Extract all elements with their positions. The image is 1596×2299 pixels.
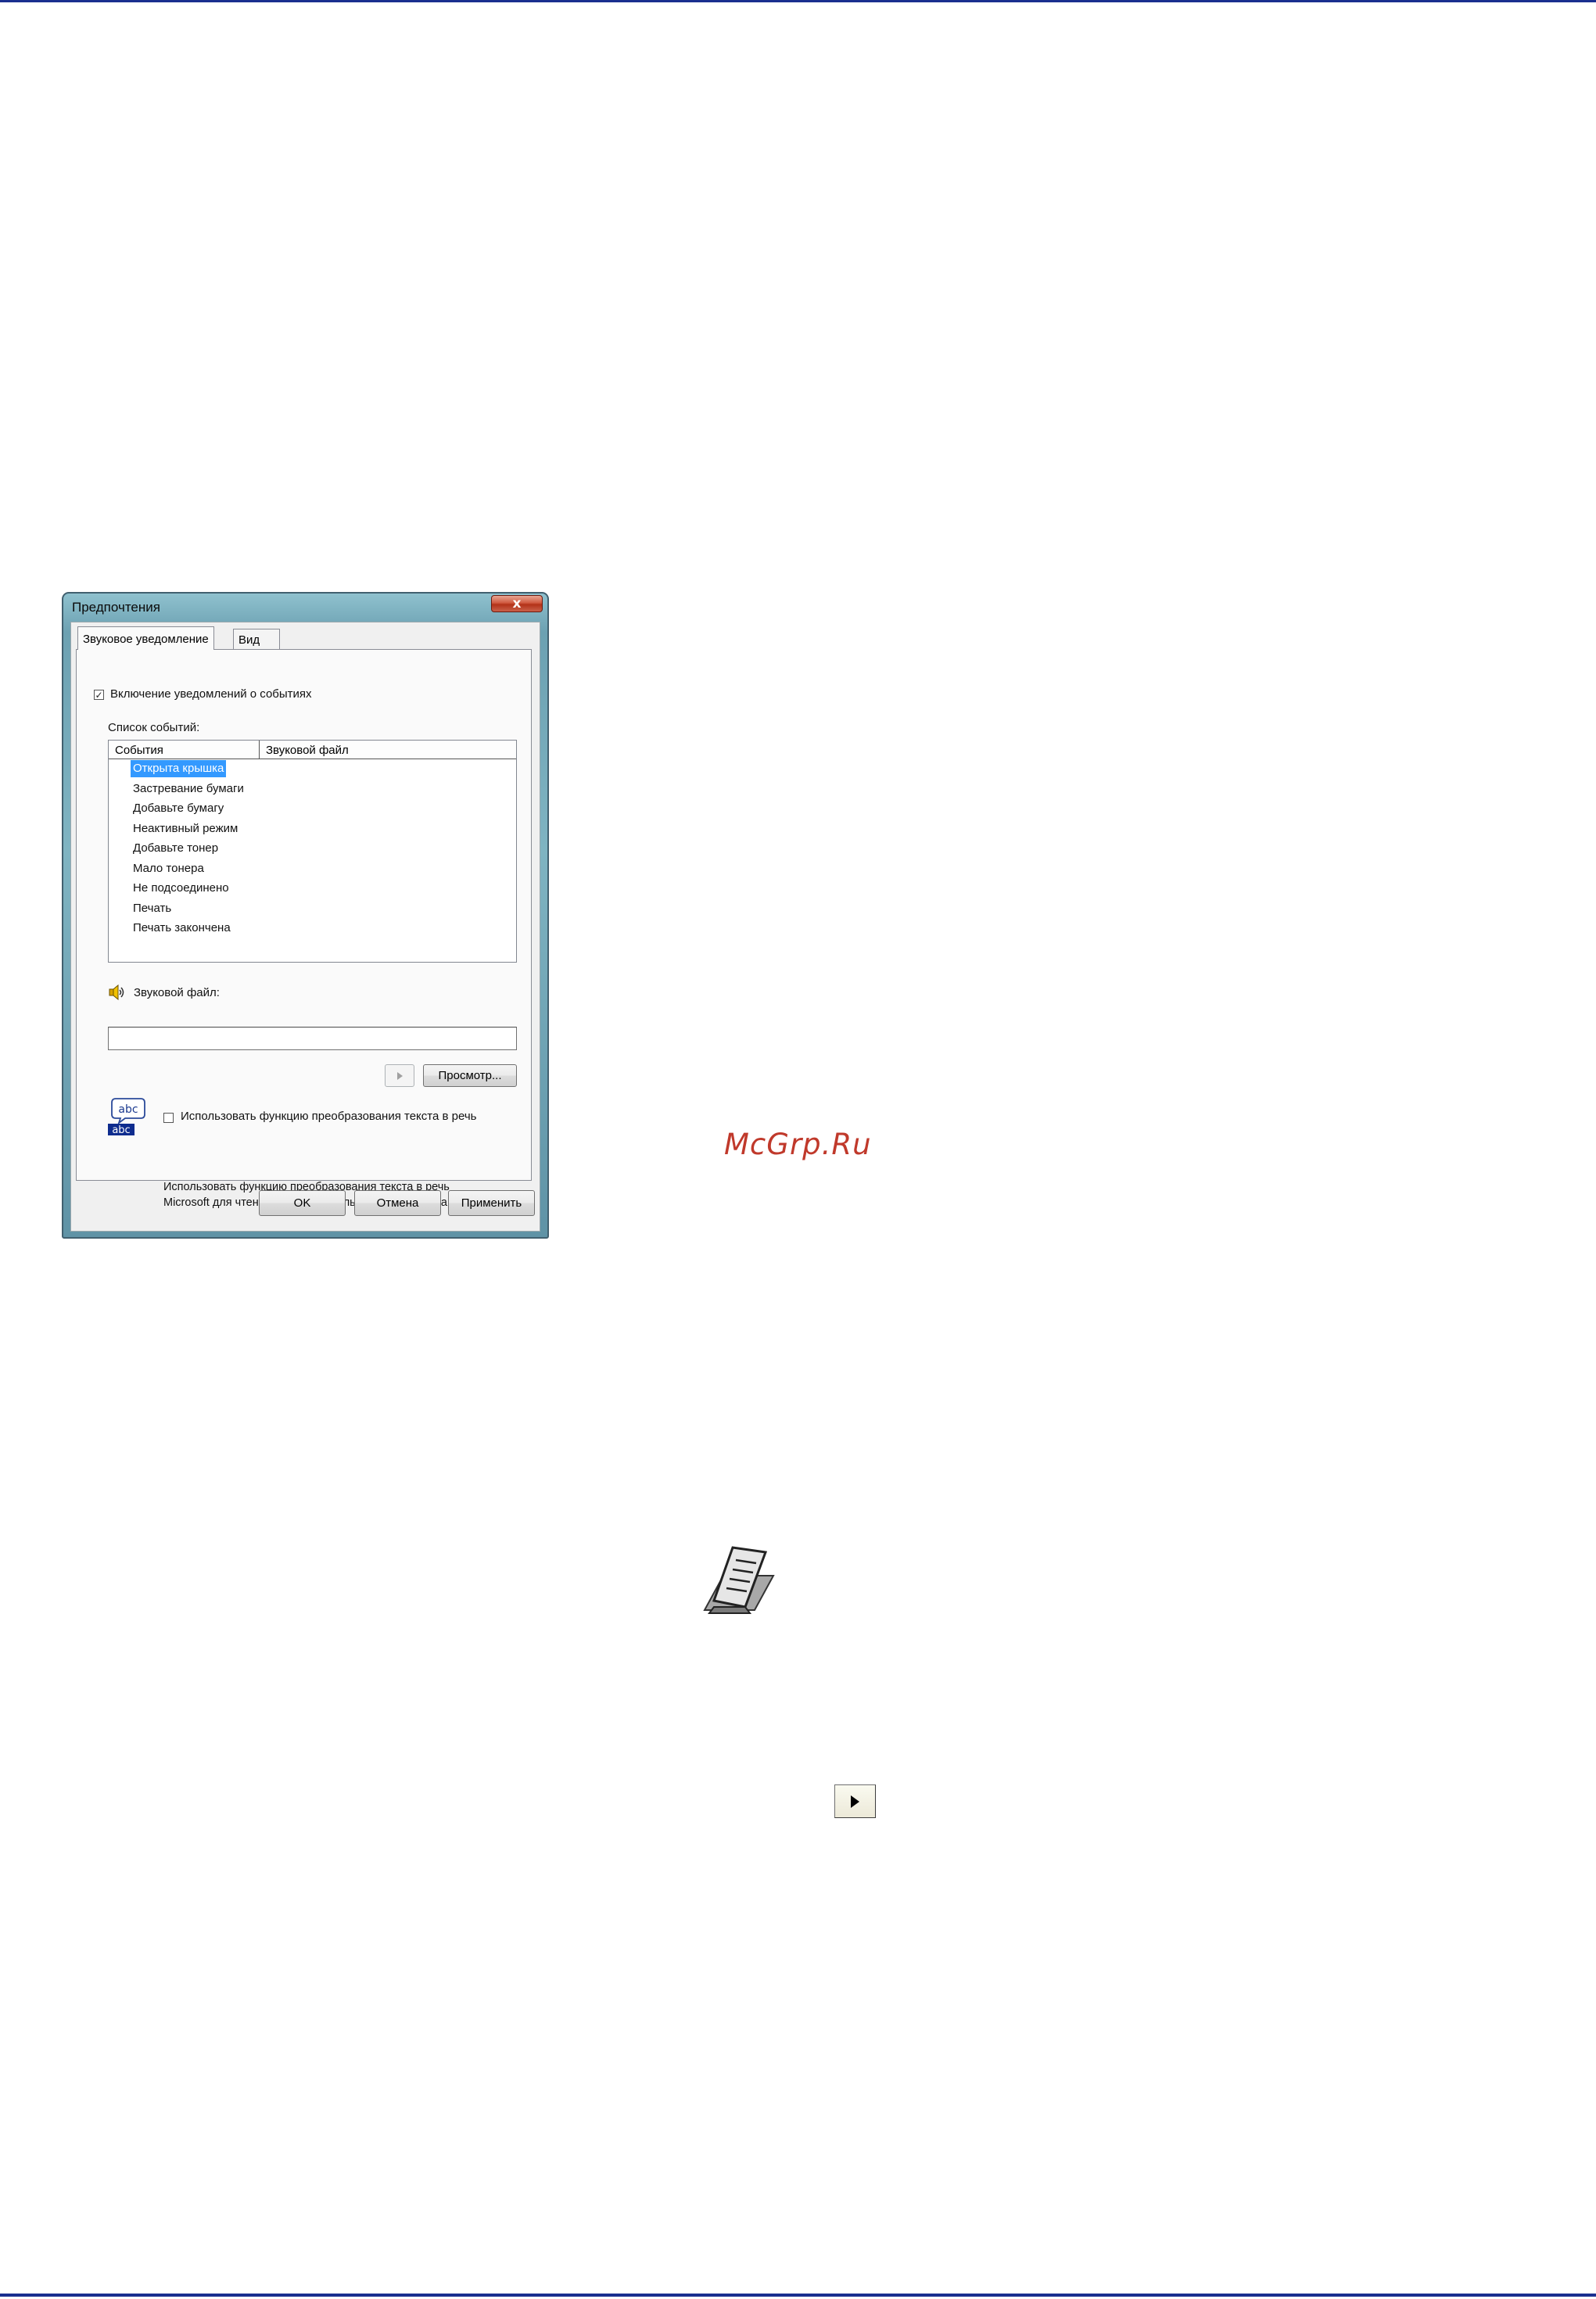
top-rule xyxy=(0,0,1596,2)
close-button[interactable]: x xyxy=(491,595,543,612)
preferences-dialog: Предпочтения x Звуковое уведомление Вид … xyxy=(62,592,549,1239)
watermark: McGrp.Ru xyxy=(724,1128,872,1161)
column-header-events[interactable]: События xyxy=(109,741,260,759)
tab-sound-notification[interactable]: Звуковое уведомление xyxy=(77,626,214,650)
list-item[interactable]: Печать закончена xyxy=(131,920,233,937)
checkmark-icon: ✓ xyxy=(95,689,103,701)
list-item[interactable]: Печать xyxy=(131,900,174,917)
list-item[interactable]: Неактивный режим xyxy=(131,820,240,837)
close-icon: x xyxy=(512,595,522,612)
browse-button[interactable]: Просмотр... xyxy=(423,1064,517,1087)
cancel-button[interactable]: Отмена xyxy=(354,1190,441,1216)
play-icon xyxy=(851,1795,859,1808)
apply-button[interactable]: Применить xyxy=(448,1190,535,1216)
enable-events-label[interactable]: Включение уведомлений о событиях xyxy=(110,687,312,701)
svg-text:abc: abc xyxy=(112,1124,130,1136)
list-item[interactable]: Мало тонера xyxy=(131,860,206,877)
list-header: События Звуковой файл xyxy=(109,741,516,759)
tts-checkbox-label[interactable]: Использовать функцию преобразования текс… xyxy=(181,1110,476,1123)
dialog-client-area: Звуковое уведомление Вид ✓ Включение уве… xyxy=(70,622,540,1232)
sound-file-label: Звуковой файл: xyxy=(134,986,220,999)
list-item[interactable]: Не подсоединено xyxy=(131,880,231,897)
tab-panel: ✓ Включение уведомлений о событиях Списо… xyxy=(76,649,532,1209)
list-item[interactable]: Застревание бумаги xyxy=(131,780,246,798)
event-list-label: Список событий: xyxy=(108,721,200,734)
title-bar[interactable]: Предпочтения x xyxy=(63,594,547,620)
column-header-sound-file[interactable]: Звуковой файл xyxy=(260,741,516,759)
play-button[interactable] xyxy=(385,1064,414,1087)
tab-view[interactable]: Вид xyxy=(233,629,280,649)
list-item[interactable]: Добавьте бумагу xyxy=(131,800,226,817)
list-item[interactable]: Открыта крышка xyxy=(131,760,227,777)
enable-events-checkbox[interactable]: ✓ xyxy=(94,690,104,700)
svg-text:abc: abc xyxy=(118,1103,138,1116)
dialog-title: Предпочтения xyxy=(72,600,160,615)
sound-file-input[interactable] xyxy=(108,1027,517,1050)
bottom-rule xyxy=(0,2294,1596,2297)
play-icon xyxy=(396,1071,403,1080)
ok-button[interactable]: OK xyxy=(259,1190,346,1216)
inline-play-button-image xyxy=(834,1784,876,1818)
tts-checkbox[interactable] xyxy=(163,1113,174,1123)
list-item[interactable]: Добавьте тонер xyxy=(131,840,221,857)
note-icon xyxy=(703,1546,775,1614)
text-to-speech-icon: abc abc xyxy=(108,1098,145,1136)
events-list[interactable]: События Звуковой файл Открыта крышка Зас… xyxy=(108,740,517,963)
speaker-icon xyxy=(109,984,124,1001)
